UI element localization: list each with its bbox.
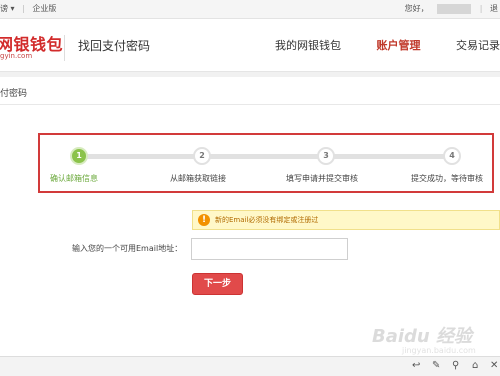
step-1-label: 确认邮箱信息 — [50, 174, 98, 183]
section-title: 付密码 — [0, 89, 28, 99]
greeting-text: 您好， — [404, 4, 429, 13]
top-separator: | — [22, 4, 25, 13]
nav-item-account-management[interactable]: 账户管理 — [377, 37, 421, 53]
step-4-label: 提交成功，等待审核 — [411, 174, 483, 183]
next-step-button[interactable]: 下一步 — [192, 273, 243, 295]
watermark-logo: Baidu 经验 — [372, 326, 473, 347]
step-2-circle: 2 — [193, 147, 211, 165]
warning-icon: ! — [198, 214, 210, 226]
baidu-watermark: Baidu 经验 jingyan.baidu.com — [372, 322, 490, 358]
bottom-toolbar: ↩ ✎ ⚲ ⌂ ✕ — [0, 356, 500, 376]
step-3-circle: 3 — [317, 147, 335, 165]
main-nav: 我的网银钱包 账户管理 交易记录 — [243, 37, 500, 53]
tool-icon-3[interactable]: ⚲ — [452, 360, 459, 371]
tool-icon-5[interactable]: ✕ — [490, 360, 498, 371]
tool-icon-1[interactable]: ↩ — [412, 360, 420, 371]
nav-item-transactions[interactable]: 交易记录 — [456, 37, 500, 53]
step-1-circle: 1 — [70, 147, 88, 165]
chevron-down-icon[interactable]: ▾ — [11, 0, 15, 18]
page-heading: 找回支付密码 — [78, 39, 151, 53]
email-notice: ! 新的Email必须没有绑定或注册过 — [192, 210, 500, 230]
header-divider — [64, 35, 65, 61]
logout-link[interactable]: 退 — [490, 0, 498, 18]
top-right-user: 您好， | 退 — [405, 0, 500, 18]
email-field[interactable] — [191, 238, 348, 260]
top-link-fragment[interactable]: 谤 — [0, 0, 8, 18]
top-utility-bar: 谤 ▾ | 企业版 您好， | 退 — [0, 0, 500, 19]
nav-item-my-wallet[interactable]: 我的网银钱包 — [275, 37, 341, 53]
logo-domain: gyin.com — [0, 52, 33, 60]
tool-icon-2[interactable]: ✎ — [432, 360, 440, 371]
email-label: 输入您的一个可用Email地址： — [72, 244, 183, 253]
notice-text: 新的Email必须没有绑定或注册过 — [215, 216, 319, 224]
section-divider — [0, 104, 500, 105]
enterprise-link[interactable]: 企业版 — [32, 0, 56, 18]
username-redacted — [437, 3, 472, 14]
top-left-links: 谤 ▾ | 企业版 — [0, 0, 56, 18]
step-3-label: 填写申请并提交审核 — [286, 174, 358, 183]
header-band — [0, 72, 500, 77]
watermark-domain: jingyan.baidu.com — [402, 346, 476, 355]
stepper-track — [78, 154, 458, 159]
progress-stepper: 1 2 3 4 确认邮箱信息 从邮箱获取链接 填写申请并提交审核 提交成功，等待… — [38, 133, 494, 193]
top-separator-right: | — [479, 4, 483, 13]
step-4-circle: 4 — [443, 147, 461, 165]
site-header: 网银钱包 gyin.com 找回支付密码 我的网银钱包 账户管理 交易记录 — [0, 19, 500, 72]
tool-icon-4[interactable]: ⌂ — [472, 360, 478, 371]
step-2-label: 从邮箱获取链接 — [170, 174, 226, 183]
